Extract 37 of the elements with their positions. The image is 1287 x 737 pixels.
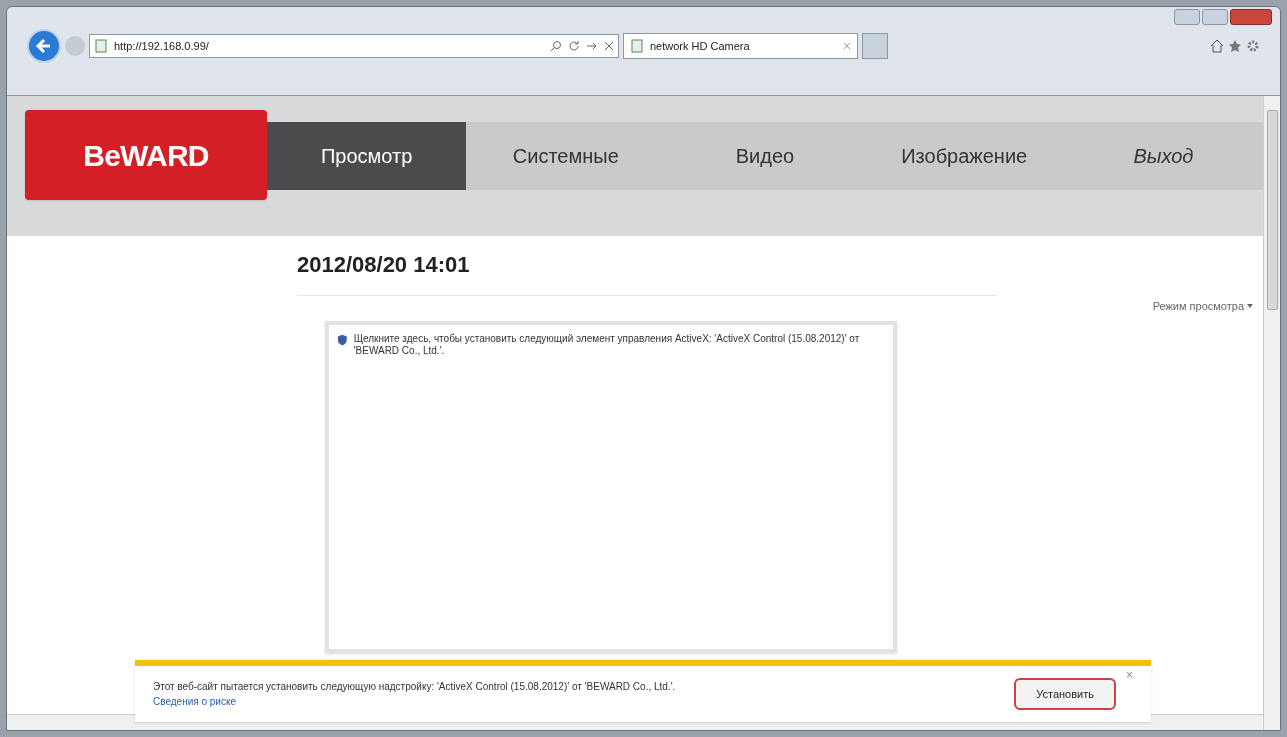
search-icon	[550, 40, 562, 52]
address-text: http://192.168.0.99/	[114, 38, 210, 54]
datetime: 2012/08/20 14:01	[297, 248, 997, 296]
close-button[interactable]	[1230, 9, 1272, 25]
nav-tab[interactable]: Просмотр	[267, 122, 467, 190]
settings-icon	[1246, 39, 1260, 53]
nav-tab[interactable]: Видео	[665, 122, 865, 190]
logo: BeWARD	[25, 110, 267, 200]
view-mode-dropdown[interactable]: Режим просмотра	[1152, 298, 1253, 315]
scrollbar-thumb[interactable]	[1266, 110, 1278, 310]
minimize-button[interactable]	[1174, 9, 1200, 25]
nav-tab[interactable]: Системные	[466, 122, 666, 190]
forward-button[interactable]	[65, 36, 85, 56]
shield-icon	[337, 332, 348, 347]
refresh-icon	[568, 40, 580, 52]
notification-close[interactable]: ×	[1126, 666, 1133, 684]
home-icon	[1210, 39, 1224, 53]
browser-tab[interactable]: network HD Camera	[623, 33, 858, 59]
back-button[interactable]	[27, 29, 61, 63]
risk-link[interactable]: Сведения о риске	[153, 694, 1005, 709]
close-icon	[843, 42, 851, 50]
notification-message: Этот веб-сайт пытается установить следующую надстройку: 'ActiveX Control (15.08.2012)' от 'BEWARD Co., Ltd.'.	[153, 680, 677, 694]
page-icon	[630, 39, 644, 53]
caret-icon	[1247, 304, 1253, 309]
page-icon	[94, 39, 108, 53]
arrow-right-icon	[586, 40, 598, 52]
vertical-scrollbar[interactable]	[1263, 96, 1280, 730]
install-button[interactable]: Установить	[1014, 678, 1116, 710]
nav-tab[interactable]: Изображение	[864, 122, 1064, 190]
maximize-button[interactable]	[1202, 9, 1228, 25]
address-bar[interactable]: http://192.168.0.99/	[89, 34, 619, 58]
back-arrow-icon	[35, 37, 53, 55]
new-tab-button[interactable]	[862, 33, 888, 59]
tab-title: network HD Camera	[650, 38, 751, 54]
star-icon	[1228, 39, 1242, 53]
nav-tab[interactable]: Выход	[1063, 122, 1263, 190]
close-icon	[604, 41, 614, 51]
